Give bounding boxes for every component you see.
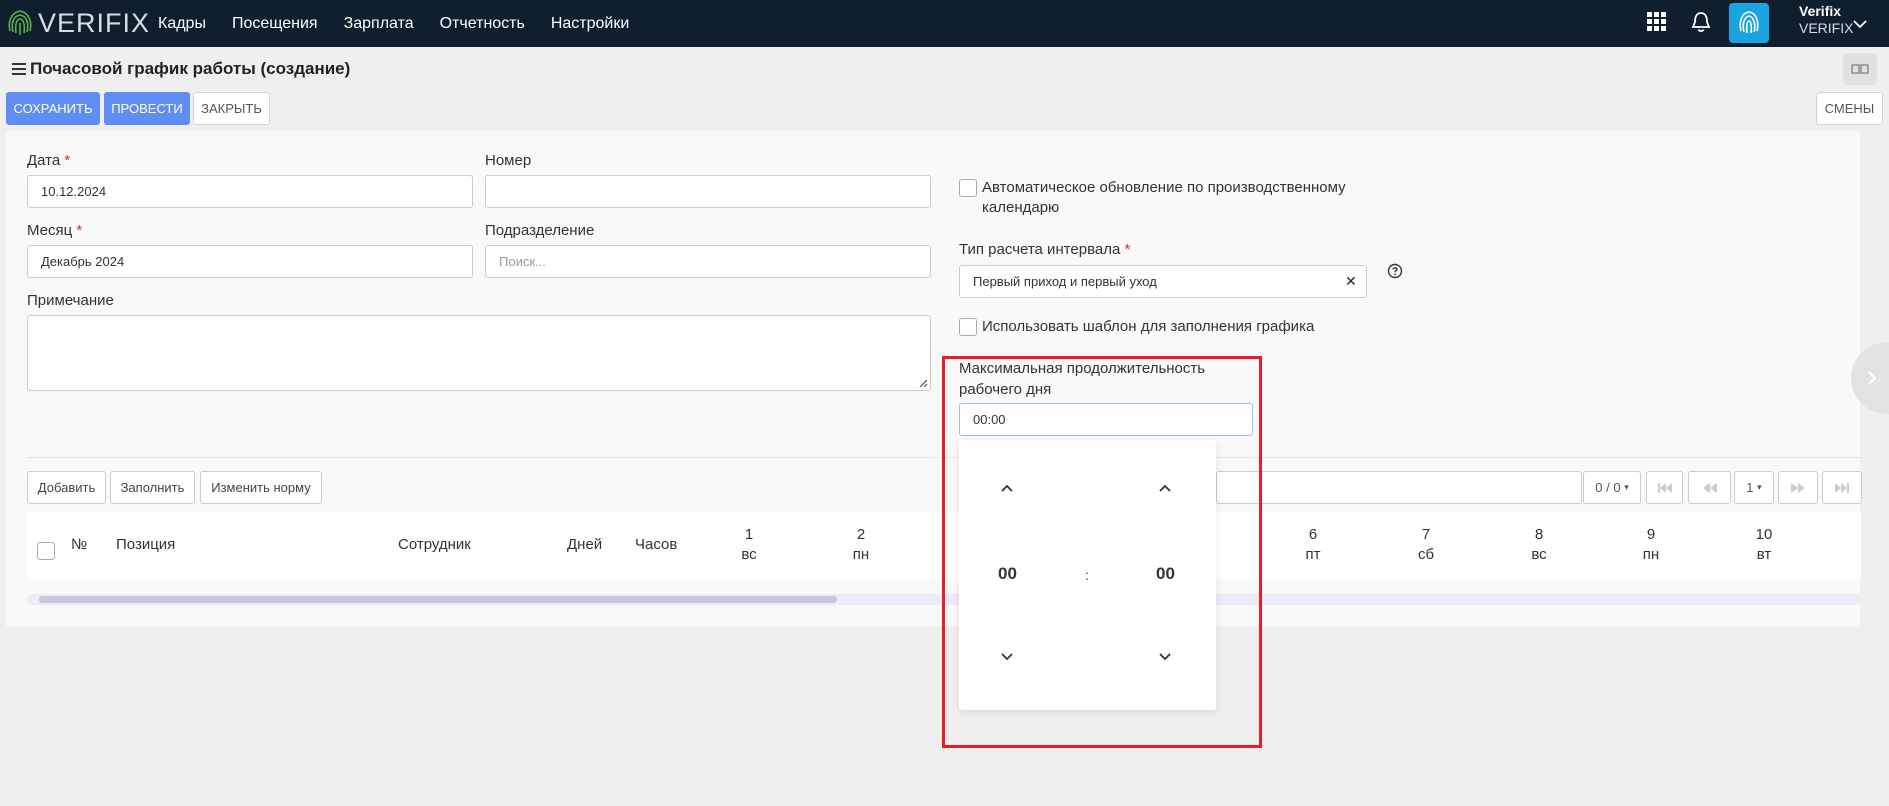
col-day[interactable]: 8 вс xyxy=(1519,525,1559,565)
post-button[interactable]: ПРОВЕСТИ xyxy=(104,92,190,125)
select-all-checkbox[interactable] xyxy=(37,542,55,560)
note-textarea[interactable] xyxy=(27,315,931,391)
last-page-icon xyxy=(1835,482,1849,493)
highlight-annotation xyxy=(942,356,1262,748)
nav-item-attendance[interactable]: Посещения xyxy=(232,15,318,33)
fast-forward-icon xyxy=(1791,482,1805,493)
nav-item-salary[interactable]: Зарплата xyxy=(344,15,414,33)
col-day[interactable]: 1 вс xyxy=(729,525,769,565)
col-days[interactable]: Дней xyxy=(567,535,602,555)
next-page-button[interactable] xyxy=(1778,471,1818,504)
fingerprint-icon xyxy=(1739,11,1759,34)
table-search-input[interactable] xyxy=(1216,471,1582,504)
number-input[interactable] xyxy=(485,175,931,208)
nav-item-hr[interactable]: Кадры xyxy=(158,15,206,33)
help-icon[interactable] xyxy=(1387,263,1403,279)
last-page-button[interactable] xyxy=(1822,471,1862,504)
col-day[interactable]: 2 пн xyxy=(841,525,881,565)
clear-selection-icon[interactable]: ✕ xyxy=(1345,273,1357,290)
scrollbar-thumb[interactable] xyxy=(39,596,837,603)
division-search-input[interactable]: Поиск... xyxy=(485,245,931,278)
user-org: VERIFIX xyxy=(1799,20,1854,36)
hamburger-menu-icon[interactable] xyxy=(12,63,26,75)
shifts-button[interactable]: СМЕНЫ xyxy=(1816,92,1883,125)
date-input[interactable]: 10.12.2024 xyxy=(27,175,473,208)
nav-item-reports[interactable]: Отчетность xyxy=(440,15,525,33)
month-label: Месяц * xyxy=(27,222,83,239)
number-label: Номер xyxy=(485,152,532,169)
col-employee[interactable]: Сотрудник xyxy=(398,535,471,555)
note-label: Примечание xyxy=(27,292,114,309)
col-day[interactable]: 10 вт xyxy=(1744,525,1784,565)
month-input[interactable]: Декабрь 2024 xyxy=(27,245,473,278)
brand-logo[interactable]: VERIFIX xyxy=(6,5,150,41)
col-day[interactable]: 7 сб xyxy=(1406,525,1446,565)
resize-handle-icon[interactable] xyxy=(918,378,928,388)
main-nav: Кадры Посещения Зарплата Отчетность Наст… xyxy=(158,0,655,47)
col-day[interactable]: 9 пн xyxy=(1631,525,1671,565)
layout-toggle-icon xyxy=(1851,64,1869,74)
col-day[interactable]: 6 пт xyxy=(1293,525,1333,565)
fill-button[interactable]: Заполнить xyxy=(110,471,195,504)
avatar[interactable] xyxy=(1729,3,1769,43)
interval-type-label: Тип расчета интервала * xyxy=(959,241,1131,258)
nav-item-settings[interactable]: Настройки xyxy=(551,15,629,33)
page-select[interactable]: 1 ▾ xyxy=(1734,471,1774,504)
rewind-icon xyxy=(1702,482,1717,493)
user-name: Verifix xyxy=(1799,3,1842,19)
chevron-down-icon[interactable] xyxy=(1852,18,1868,30)
brand-name: VERIFIX xyxy=(38,7,151,38)
rows-count-select[interactable]: 0 / 0 ▾ xyxy=(1583,471,1641,504)
chevron-right-icon[interactable] xyxy=(1866,370,1878,386)
first-page-button[interactable] xyxy=(1646,471,1683,504)
col-num[interactable]: № xyxy=(71,535,87,555)
fingerprint-logo-icon xyxy=(8,10,32,35)
change-norm-button[interactable]: Изменить норму xyxy=(200,471,322,504)
date-label: Дата * xyxy=(27,152,71,169)
division-label: Подразделение xyxy=(485,222,595,239)
page-title-text: Почасовой график работы (создание) xyxy=(30,59,351,78)
col-position[interactable]: Позиция xyxy=(116,535,175,555)
use-template-checkbox[interactable] xyxy=(959,318,977,336)
add-button[interactable]: Добавить xyxy=(27,471,106,504)
auto-update-label: Автоматическое обновление по производств… xyxy=(982,179,1346,216)
top-navbar: VERIFIX Кадры Посещения Зарплата Отчетно… xyxy=(0,0,1889,47)
user-menu[interactable]: Verifix VERIFIX xyxy=(1799,3,1853,37)
view-toggle-button[interactable] xyxy=(1843,53,1877,85)
first-page-icon xyxy=(1657,482,1672,493)
save-button[interactable]: СОХРАНИТЬ xyxy=(6,92,100,125)
page-title: Почасовой график работы (создание) xyxy=(12,57,350,81)
col-hours[interactable]: Часов xyxy=(635,535,677,555)
close-button[interactable]: ЗАКРЫТЬ xyxy=(193,92,270,125)
apps-grid-icon[interactable] xyxy=(1647,12,1667,32)
prev-page-button[interactable] xyxy=(1688,471,1731,504)
bell-icon[interactable] xyxy=(1690,10,1712,34)
auto-update-checkbox[interactable] xyxy=(959,179,977,197)
use-template-label: Использовать шаблон для заполнения графи… xyxy=(982,318,1315,335)
interval-type-select[interactable]: Первый приход и первый уход xyxy=(959,265,1367,298)
